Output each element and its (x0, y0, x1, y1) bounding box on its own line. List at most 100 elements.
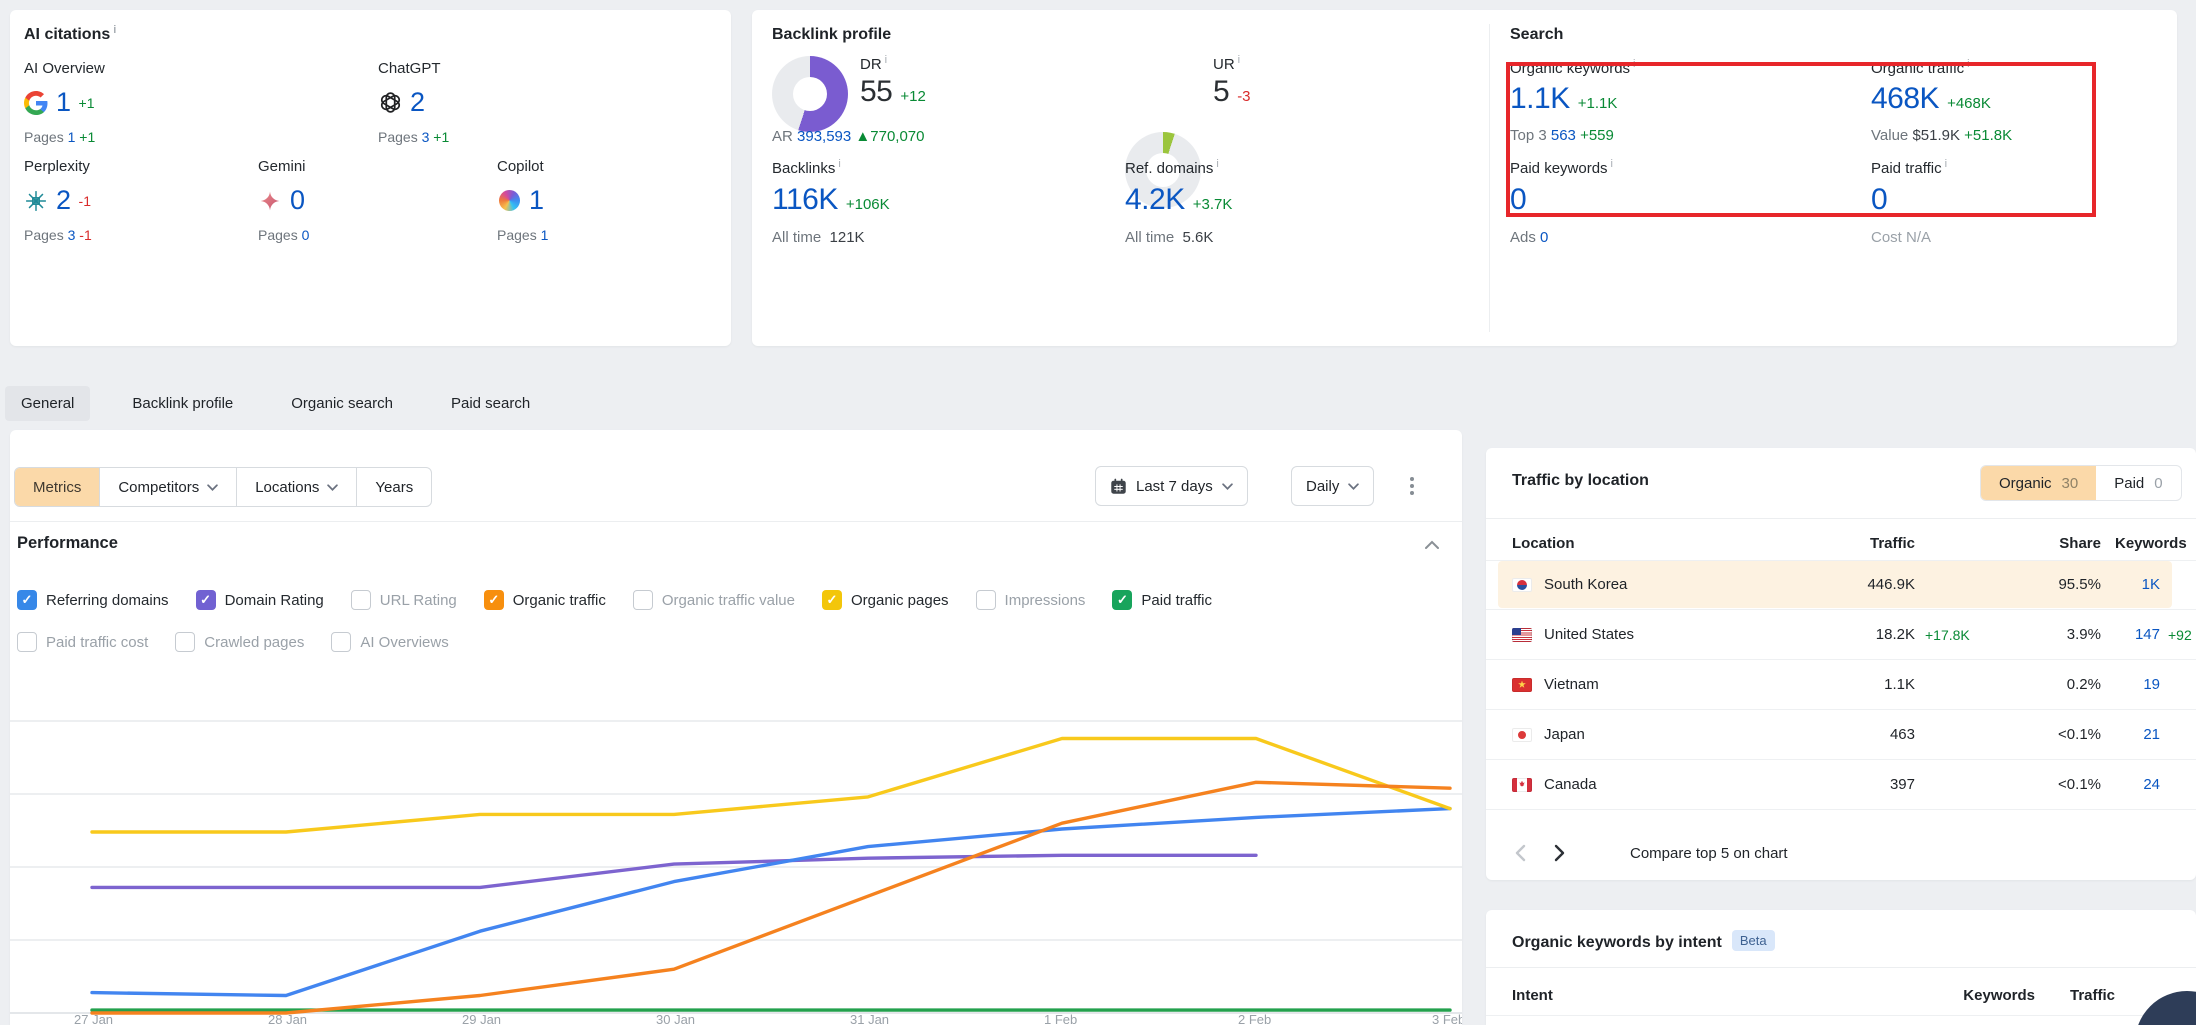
checkbox-checked-icon: ✓ (822, 590, 842, 610)
checkbox-organic-traffic-value[interactable]: Organic traffic value (633, 590, 795, 610)
checkbox-url-rating[interactable]: URL Rating (351, 590, 457, 610)
perplexity-icon (24, 189, 48, 213)
checkbox-impressions[interactable]: Impressions (976, 590, 1086, 610)
checkbox-referring-domains[interactable]: ✓Referring domains (17, 590, 169, 610)
checkbox-paid-traffic[interactable]: ✓Paid traffic (1112, 590, 1212, 610)
col-traffic[interactable]: Traffic (1786, 535, 1915, 552)
col-keywords[interactable]: Keywords (2101, 535, 2196, 552)
gemini-value[interactable]: 0 (290, 185, 305, 216)
ai-overview-value[interactable]: 1 (56, 87, 71, 118)
perplexity-value[interactable]: 2 (56, 185, 71, 216)
location-name: Vietnam (1544, 676, 1599, 693)
date-range-button[interactable]: Last 7 days (1095, 466, 1248, 506)
tab-backlink-profile[interactable]: Backlink profile (116, 386, 249, 421)
organic-traffic-block: Organic traffici 468K+468K Value $51.9K … (1871, 60, 2012, 144)
checkbox-paid-traffic-cost[interactable]: Paid traffic cost (17, 632, 148, 652)
col-intent[interactable]: Intent (1486, 987, 1915, 1004)
ai-overview-pages: Pages 1 +1 (24, 129, 105, 145)
filter-years[interactable]: Years (357, 468, 431, 506)
info-icon[interactable]: i (885, 54, 887, 66)
checkbox-label: Organic pages (851, 592, 949, 609)
col-intent-traffic[interactable]: Traffic (2035, 987, 2115, 1004)
location-keywords[interactable]: 1K (2101, 576, 2160, 593)
backlinks-value[interactable]: 116K (772, 183, 838, 217)
location-keywords-delta: +92 (2160, 627, 2196, 643)
location-keywords[interactable]: 19 (2101, 676, 2160, 693)
info-icon[interactable]: i (1238, 54, 1240, 66)
chatgpt-block: ChatGPT 2 Pages 3 +1 (378, 60, 449, 145)
location-keywords[interactable]: 21 (2101, 726, 2160, 743)
ai-citations-card: AI citationsi AI Overview 1 +1 Pages 1 +… (10, 10, 731, 346)
x-tick-label: 31 Jan (850, 1012, 910, 1025)
backlinks-delta: +106K (846, 196, 890, 213)
metric-checkbox-row-1: ✓Referring domains✓Domain RatingURL Rati… (17, 590, 1212, 610)
collapse-chevron-icon[interactable] (1425, 540, 1439, 549)
checkbox-ai-overviews[interactable]: AI Overviews (331, 632, 448, 652)
chatgpt-value[interactable]: 2 (410, 87, 425, 118)
organic-traffic-value[interactable]: 468K (1871, 82, 1939, 116)
compare-top5-link[interactable]: Compare top 5 on chart (1630, 845, 1788, 862)
location-keywords[interactable]: 24 (2101, 776, 2160, 793)
tabs: General Backlink profile Organic search Pai… (5, 384, 546, 422)
ref-domains-value[interactable]: 4.2K (1125, 183, 1185, 217)
checkbox-label: Paid traffic (1141, 592, 1212, 609)
info-icon[interactable]: i (1633, 58, 1635, 70)
info-icon[interactable]: i (1967, 58, 1969, 70)
info-icon[interactable]: i (1945, 158, 1947, 170)
location-name: Canada (1544, 776, 1597, 793)
location-traffic: 397 (1786, 776, 1915, 793)
location-share: 95.5% (2015, 576, 2101, 593)
section-divider (1489, 24, 1490, 332)
copilot-value[interactable]: 1 (529, 185, 544, 216)
info-icon[interactable]: i (1216, 158, 1218, 170)
col-share[interactable]: Share (2015, 535, 2101, 552)
ref-domains-block: Ref. domainsi 4.2K+3.7K All time 5.6K (1125, 160, 1232, 246)
keywords-by-intent-title: Organic keywords by intentBeta (1512, 930, 1775, 952)
next-page-icon[interactable] (1554, 844, 1566, 862)
toggle-organic[interactable]: Organic30 (1981, 466, 2096, 500)
tab-paid-search[interactable]: Paid search (435, 386, 546, 421)
checkbox-domain-rating[interactable]: ✓Domain Rating (196, 590, 324, 610)
x-tick-label: 30 Jan (656, 1012, 716, 1025)
copilot-pages: Pages 1 (497, 227, 548, 243)
backlinks-alltime: All time 121K (772, 229, 890, 246)
tab-general[interactable]: General (5, 386, 90, 421)
prev-page-icon[interactable] (1514, 844, 1526, 862)
location-row-vietnam: Vietnam 1.1K 0.2% 19 (1486, 660, 2196, 710)
info-icon[interactable]: i (113, 24, 116, 36)
paid-keywords-value[interactable]: 0 (1510, 183, 1526, 217)
toggle-paid[interactable]: Paid0 (2096, 466, 2180, 500)
toggle-count: 30 (2062, 475, 2079, 492)
col-location[interactable]: Location (1486, 535, 1786, 552)
location-row-south-korea: South Korea 446.9K 95.5% 1K (1486, 560, 2196, 610)
paid-traffic-value[interactable]: 0 (1871, 183, 1887, 217)
ref-domains-alltime: All time 5.6K (1125, 229, 1232, 246)
tab-organic-search[interactable]: Organic search (275, 386, 409, 421)
col-intent-keywords[interactable]: Keywords (1915, 987, 2035, 1004)
filter-locations[interactable]: Locations (237, 468, 357, 506)
organic-keywords-value[interactable]: 1.1K (1510, 82, 1570, 116)
paid-keywords-label: Paid keywordsi (1510, 160, 1613, 177)
checkbox-organic-traffic[interactable]: ✓Organic traffic (484, 590, 606, 610)
chevron-down-icon (207, 484, 218, 491)
checkbox-crawled-pages[interactable]: Crawled pages (175, 632, 304, 652)
checkbox-organic-pages[interactable]: ✓ Organic pages (822, 590, 949, 610)
location-share: 3.9% (2015, 626, 2101, 643)
checkbox-unchecked-icon (351, 590, 371, 610)
info-icon[interactable]: i (838, 158, 840, 170)
backlinks-label: Backlinksi (772, 160, 890, 177)
granularity-button[interactable]: Daily (1291, 466, 1374, 506)
location-keywords[interactable]: 147 (2101, 626, 2160, 643)
filter-metrics[interactable]: Metrics (15, 468, 100, 506)
checkbox-unchecked-icon (17, 632, 37, 652)
filter-competitors[interactable]: Competitors (100, 468, 237, 506)
checkbox-label: Domain Rating (225, 592, 324, 609)
divider (1486, 518, 2196, 519)
organic-traffic-sub: Value $51.9K +51.8K (1871, 127, 2012, 144)
location-row-united-states: United States 18.2K +17.8K 3.9% 147 +92 (1486, 610, 2196, 660)
gemini-pages: Pages 0 (258, 227, 309, 243)
kebab-menu-icon[interactable] (1410, 474, 1414, 498)
info-icon[interactable]: i (1611, 158, 1613, 170)
dr-delta: +12 (900, 88, 925, 105)
performance-title: Performance (17, 534, 118, 553)
